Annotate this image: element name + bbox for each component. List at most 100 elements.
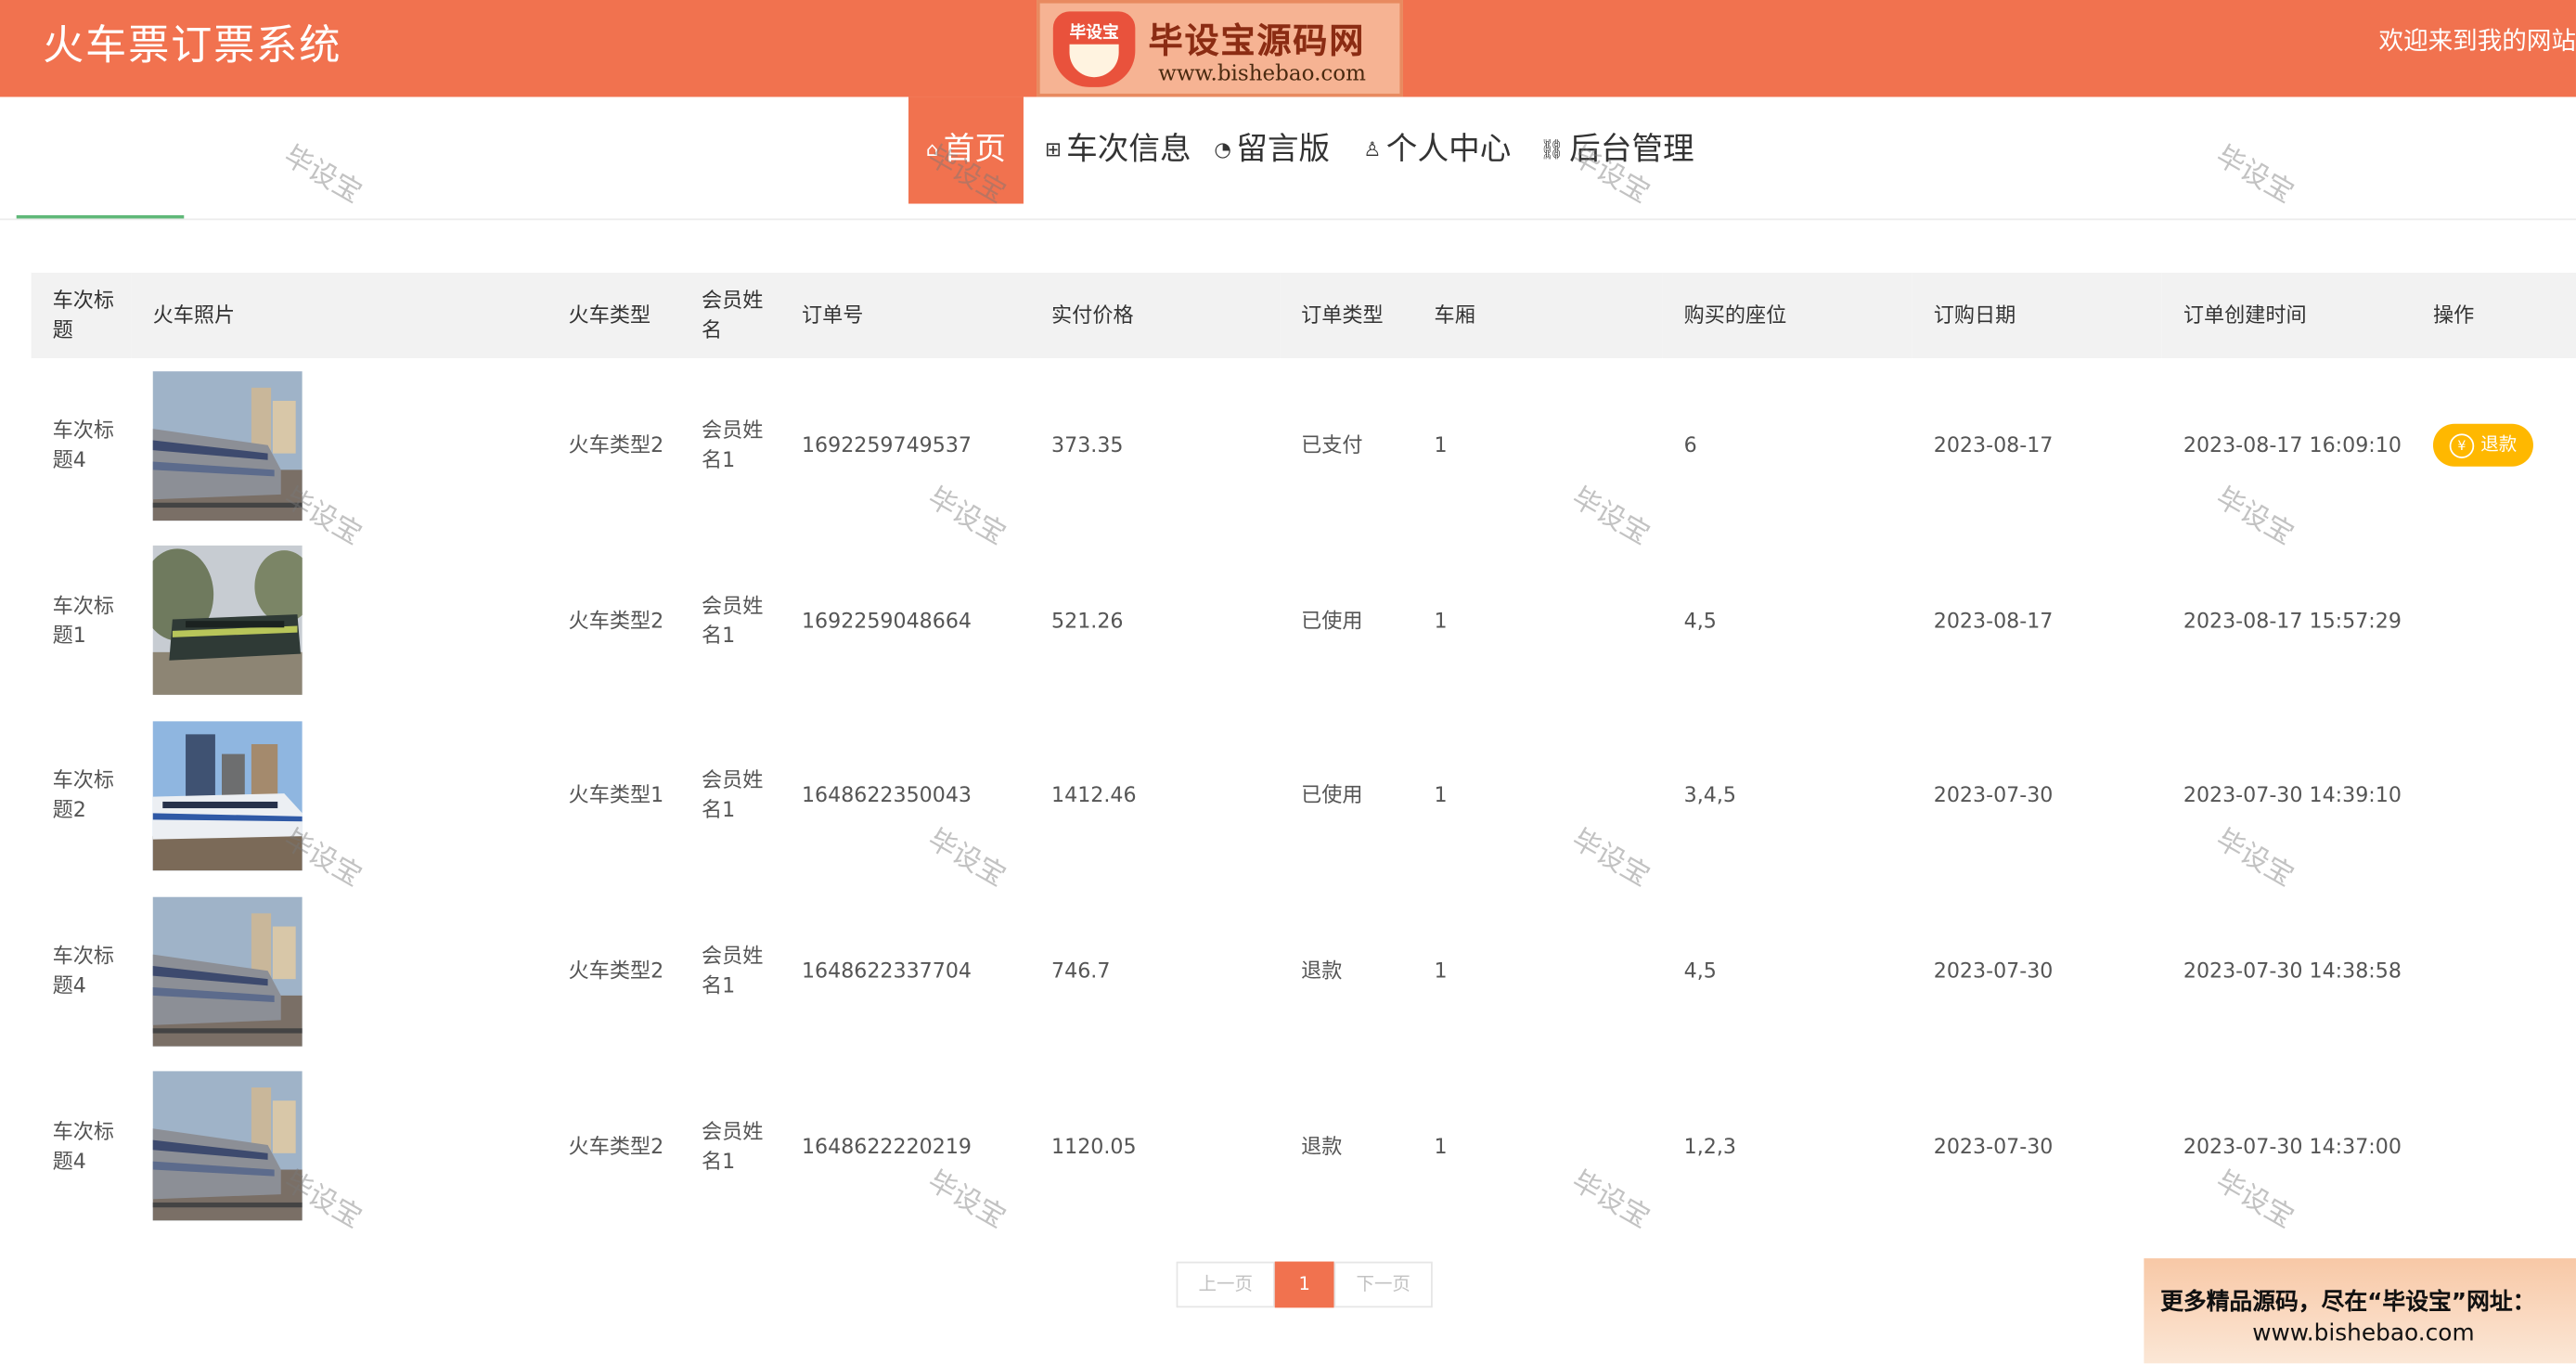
logo-cup-icon: [1069, 44, 1119, 78]
train-photo-image[interactable]: [153, 1072, 303, 1221]
cell-photo: [132, 358, 547, 534]
cell-order-no: 1648622220219: [801, 1132, 972, 1158]
cell-date: 2023-07-30: [1933, 782, 2054, 808]
yen-icon: ¥: [2449, 433, 2475, 459]
col-header: 操作: [2432, 302, 2475, 328]
table-row: 车次标题4 火车类型2 会员姓名1 1648622337704 746.7 退款…: [32, 883, 2576, 1059]
cell-created: 2023-07-30 14:37:00: [2183, 1132, 2402, 1158]
cell-created: 2023-08-17 16:09:10: [2183, 432, 2402, 457]
logo-badge-text: 毕设宝: [1069, 24, 1119, 44]
cell-seats: 1,2,3: [1683, 1132, 1736, 1158]
cell-date: 2023-07-30: [1933, 958, 2054, 983]
nav-item-home[interactable]: ⌂ 首页: [908, 97, 1024, 204]
train-photo-image[interactable]: [153, 371, 303, 521]
table-row: 车次标题1 火车类型2 会员姓名1 1692259048664 521.26 已…: [32, 534, 2576, 709]
col-header: 火车类型: [568, 302, 651, 328]
cell-date: 2023-07-30: [1933, 1132, 2054, 1158]
table-row: 车次标题4 火车类型2 会员姓名1 1692259749537 373.35 已…: [32, 358, 2576, 534]
cell-date: 2023-08-17: [1933, 432, 2054, 457]
cell-title: 车次标题4: [52, 1118, 115, 1173]
cell-created: 2023-07-30 14:39:10: [2183, 782, 2402, 808]
nav-item-train-info[interactable]: ⊞ 车次信息: [1045, 97, 1191, 203]
cell-type: 火车类型2: [568, 958, 664, 983]
train-photo-image[interactable]: [153, 896, 303, 1046]
cell-member: 会员姓名1: [701, 418, 764, 472]
cell-photo: [132, 1059, 547, 1234]
nav-label-train-info: 车次信息: [1066, 131, 1191, 168]
col-header: 订单号: [801, 302, 864, 328]
cell-photo: [132, 534, 547, 709]
col-header: 购买的座位: [1683, 302, 1787, 328]
cell-action: [2412, 534, 2576, 709]
col-header: 会员姓名: [701, 287, 764, 342]
link-icon: ⛓: [1539, 137, 1565, 161]
cell-order-no: 1648622337704: [801, 958, 972, 983]
prev-page-button[interactable]: 上一页: [1176, 1261, 1275, 1308]
cell-created: 2023-07-30 14:38:58: [2183, 958, 2402, 983]
cell-member: 会员姓名1: [701, 943, 764, 997]
col-header: 订单创建时间: [2183, 302, 2307, 328]
cell-action: [2412, 883, 2576, 1059]
pagination: 上一页 1 下一页: [1176, 1261, 1433, 1308]
nav-label-personal-center: 个人中心: [1385, 131, 1512, 168]
cell-order-no: 1692259749537: [801, 432, 972, 457]
site-title: 火车票订票系统: [43, 21, 342, 70]
cell-seats: 3,4,5: [1683, 782, 1736, 808]
next-page-button[interactable]: 下一页: [1333, 1261, 1433, 1308]
cell-title: 车次标题1: [52, 592, 115, 648]
cell-member: 会员姓名1: [701, 592, 764, 648]
col-header: 实付价格: [1051, 302, 1134, 328]
cell-order-no: 1692259048664: [801, 607, 972, 633]
page-number-current[interactable]: 1: [1274, 1261, 1334, 1308]
cell-type: 火车类型2: [568, 607, 664, 633]
cell-carriage: 1: [1434, 958, 1448, 983]
nav-label-message-board: 留言版: [1236, 131, 1331, 168]
cell-status: 退款: [1301, 958, 1343, 983]
cell-photo: [132, 883, 547, 1059]
top-header: 火车票订票系统 毕设宝 毕设宝源码网 www.bishebao.com 欢迎来到…: [0, 0, 2576, 97]
logo-brand: 毕设宝源码网: [1148, 21, 1366, 61]
train-photo-image[interactable]: [153, 721, 303, 870]
col-header: 火车照片: [152, 302, 236, 328]
cell-price: 1120.05: [1051, 1132, 1137, 1158]
cell-action: ¥ 退款: [2412, 358, 2576, 534]
cell-title: 车次标题4: [52, 418, 115, 472]
train-photo-image[interactable]: [153, 546, 303, 695]
cell-date: 2023-08-17: [1933, 607, 2054, 633]
nav-label-admin: 后台管理: [1569, 131, 1694, 168]
table-header-row: 车次标题 火车照片 火车类型 会员姓名 订单号 实付价格 订单类型 车厢 购买的…: [31, 272, 2576, 358]
col-header: 车厢: [1434, 302, 1475, 328]
cell-price: 746.7: [1051, 958, 1111, 983]
cell-carriage: 1: [1434, 782, 1448, 808]
logo-url: www.bishebao.com: [1158, 62, 1366, 87]
site-logo[interactable]: 毕设宝 毕设宝源码网 www.bishebao.com: [1037, 0, 1403, 97]
cell-price: 373.35: [1051, 432, 1124, 457]
cell-type: 火车类型2: [568, 1132, 664, 1158]
table-row: 车次标题2 火车类型1 会员姓名1 1648622350043 1412.46 …: [32, 708, 2576, 883]
orders-table-container: 车次标题 火车照片 火车类型 会员姓名 订单号 实付价格 订单类型 车厢 购买的…: [31, 272, 2576, 1234]
col-header: 车次标题: [52, 287, 115, 342]
cell-seats: 4,5: [1683, 958, 1717, 983]
home-icon: ⌂: [925, 137, 939, 161]
welcome-text: 欢迎来到我的网站: [2378, 26, 2576, 57]
cell-price: 521.26: [1051, 607, 1124, 633]
ad-banner[interactable]: 更多精品源码，尽在“毕设宝”网址： www.bishebao.com: [2144, 1258, 2576, 1364]
nav-item-message-board[interactable]: ◔ 留言版: [1214, 97, 1330, 203]
cell-carriage: 1: [1434, 432, 1448, 457]
cell-created: 2023-08-17 15:57:29: [2183, 607, 2402, 633]
page: 火车票订票系统 毕设宝 毕设宝源码网 www.bishebao.com 欢迎来到…: [0, 0, 2576, 1364]
col-header: 订购日期: [1933, 302, 2016, 328]
nav-item-personal-center[interactable]: ♙ 个人中心: [1363, 97, 1511, 203]
refund-label: 退款: [2480, 433, 2518, 456]
cell-carriage: 1: [1434, 607, 1448, 633]
refund-button[interactable]: ¥ 退款: [2432, 424, 2533, 468]
ad-line-1: 更多精品源码，尽在“毕设宝”网址：: [2160, 1289, 2536, 1317]
cell-action: [2412, 1059, 2576, 1234]
user-icon: ♙: [1363, 137, 1382, 161]
ad-line-2: www.bishebao.com: [2252, 1320, 2475, 1347]
cell-status: 已使用: [1301, 782, 1363, 808]
cell-title: 车次标题2: [52, 767, 115, 823]
table-row: 车次标题4 火车类型2 会员姓名1 1648622220219 1120.05 …: [32, 1059, 2576, 1234]
cell-action: [2412, 708, 2576, 883]
nav-item-admin[interactable]: ⛓ 后台管理: [1539, 97, 1694, 203]
